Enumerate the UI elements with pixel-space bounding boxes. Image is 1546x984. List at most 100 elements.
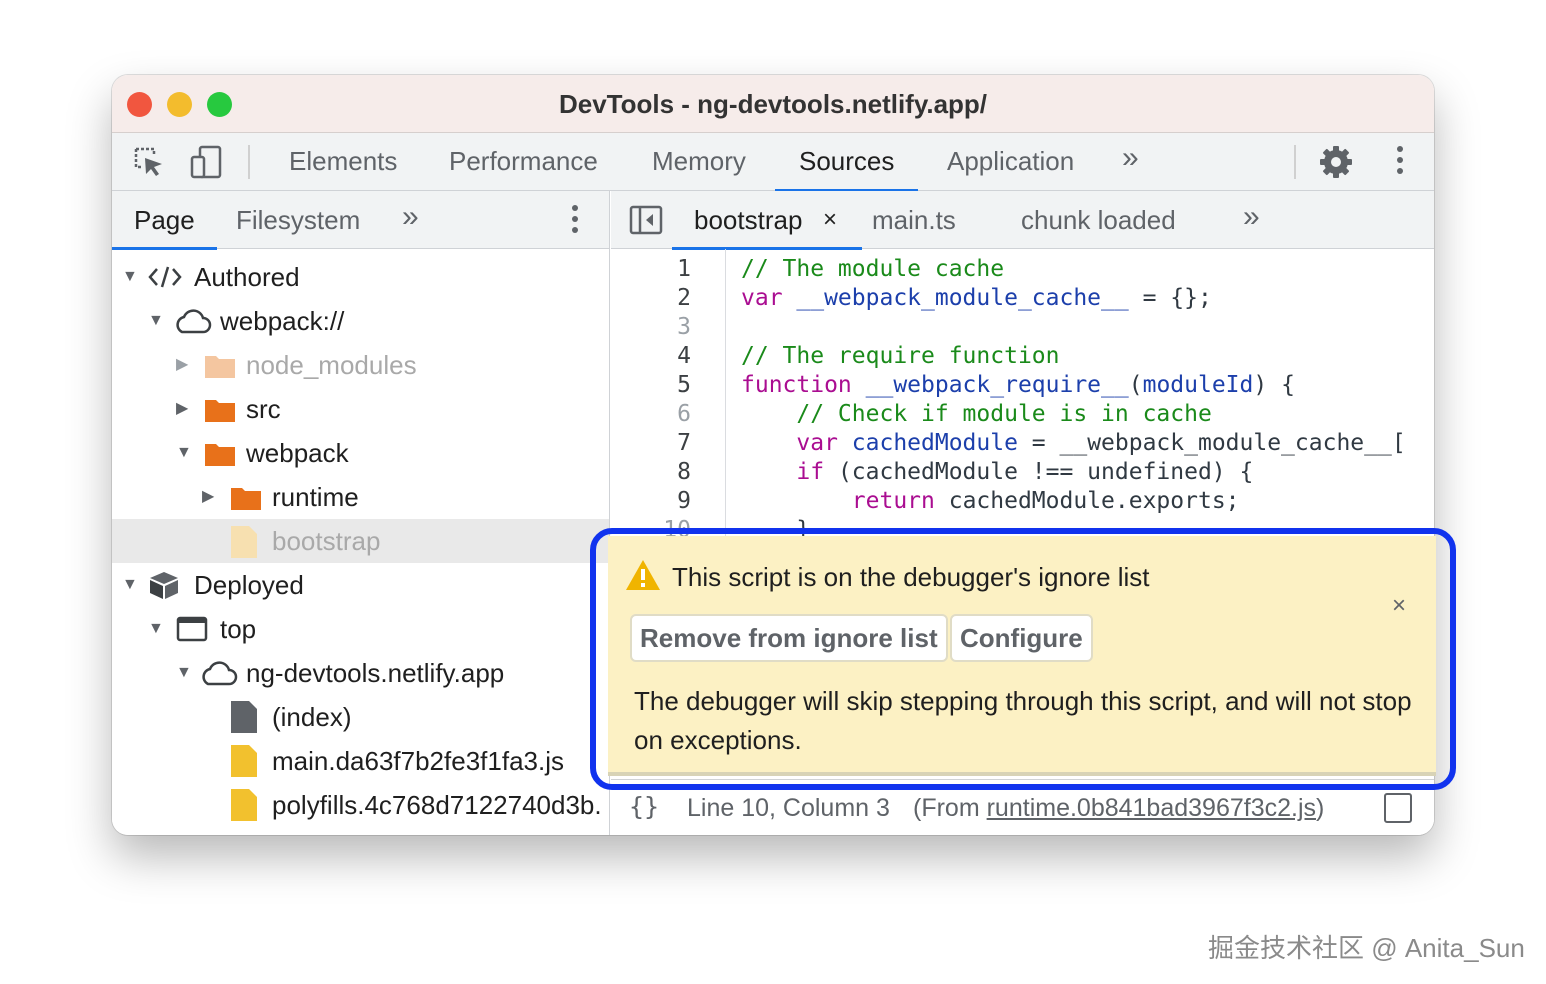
tree-label: webpack [246, 438, 349, 468]
editor-tab-bootstrap[interactable]: bootstrap [671, 191, 864, 250]
line-number[interactable]: 5 [641, 371, 691, 400]
tree-item-webpack-scheme[interactable]: ▼ webpack:// [112, 299, 609, 343]
tab-elements[interactable]: Elements [289, 133, 397, 191]
code-icon [148, 266, 182, 288]
code-token: __webpack_require__ [865, 372, 1129, 398]
code-editor[interactable]: 1 // The module cache 2 var __webpack_modul… [611, 249, 1434, 549]
line-number[interactable]: 4 [641, 342, 691, 371]
code-token: var [741, 430, 852, 456]
watermark: 掘金技术社区 @ Anita_Sun [1208, 933, 1525, 963]
script-file-icon [231, 745, 257, 777]
code-text: // Check if module is in cache [741, 400, 1211, 429]
cloud-icon [202, 661, 238, 686]
code-token: __webpack_module_cache__ [796, 285, 1129, 311]
code-text: // The require function [741, 342, 1060, 371]
code-token: return [741, 488, 949, 514]
navigator-more-vert-icon[interactable] [572, 205, 578, 238]
highlight-frame [590, 528, 1456, 790]
tab-application[interactable]: Application [947, 133, 1074, 191]
tree-label: runtime [272, 482, 359, 512]
collapse-triangle-icon[interactable]: ▶ [202, 475, 218, 519]
main-toolbar: Elements Performance Memory Sources Appl… [112, 133, 1434, 192]
tree-item-domain[interactable]: ▼ ng-devtools.netlify.app [112, 651, 609, 695]
code-token: ( [1128, 372, 1143, 398]
code-token: (cachedModule !== undefined) { [837, 459, 1254, 485]
tree-item-polyfills-js[interactable]: polyfills.4c768d7122740d3b. [112, 783, 609, 827]
toggle-navigator-icon[interactable] [629, 205, 663, 235]
tree-item-top[interactable]: ▼ top [112, 607, 609, 651]
code-token: // The require function [741, 343, 1060, 369]
code-token: ) { [1253, 372, 1295, 398]
expand-triangle-icon[interactable]: ▼ [148, 299, 164, 343]
tab-page[interactable]: Page [112, 191, 217, 250]
expand-triangle-icon[interactable]: ▼ [176, 431, 192, 475]
tree-item-webpack[interactable]: ▼ webpack [112, 431, 609, 475]
line-number[interactable]: 6 [641, 400, 691, 429]
source-map-link[interactable]: runtime.0b841bad3967f3c2.js [987, 794, 1316, 822]
line-number[interactable]: 3 [641, 313, 691, 342]
collapse-triangle-icon[interactable]: ▶ [176, 387, 192, 431]
folder-icon [205, 444, 235, 466]
navigator-more-chevron-icon[interactable]: » [402, 200, 419, 234]
code-text: if (cachedModule !== undefined) { [741, 458, 1253, 487]
tree-item-src[interactable]: ▶ src [112, 387, 609, 431]
tree-item-deployed[interactable]: ▼ Deployed [112, 563, 609, 607]
tree-label: (index) [272, 702, 352, 732]
expand-triangle-icon[interactable]: ▼ [122, 255, 138, 299]
editor-more-chevron-icon[interactable]: » [1243, 200, 1260, 234]
tree-label: Authored [194, 262, 300, 292]
tree-item-node-modules[interactable]: ▶ node_modules [112, 343, 609, 387]
tree-item-main-js[interactable]: main.da63f7b2fe3f1fa3.js [112, 739, 609, 783]
code-text: function __webpack_require__(moduleId) { [741, 371, 1295, 400]
document-icon [231, 701, 257, 733]
line-number[interactable]: 7 [641, 429, 691, 458]
tree-item-bootstrap[interactable]: bootstrap [112, 519, 609, 563]
tab-performance[interactable]: Performance [449, 133, 598, 191]
collapse-triangle-icon[interactable]: ▶ [176, 343, 192, 387]
tree-item-index[interactable]: (index) [112, 695, 609, 739]
code-token: cachedModule [851, 430, 1018, 456]
tab-memory[interactable]: Memory [652, 133, 746, 191]
code-token: var [741, 285, 797, 311]
title-bar: DevTools - ng-devtools.netlify.app/ [112, 75, 1434, 133]
editor-tab-main-ts[interactable]: main.ts [872, 191, 956, 249]
script-file-icon [231, 789, 257, 821]
code-token: moduleId [1142, 372, 1254, 398]
gear-icon[interactable] [1318, 144, 1354, 180]
editor-tab-chunk-loaded[interactable]: chunk loaded [1021, 191, 1176, 249]
code-token: = {}; [1128, 285, 1212, 311]
line-number[interactable]: 1 [641, 255, 691, 284]
tree-item-runtime[interactable]: ▶ runtime [112, 475, 609, 519]
line-number[interactable]: 2 [641, 284, 691, 313]
pretty-print-icon[interactable]: {} [629, 792, 659, 821]
line-number[interactable]: 8 [641, 458, 691, 487]
drawer-toggle-icon[interactable] [1384, 793, 1412, 823]
tree-label: top [220, 614, 257, 644]
code-text: // The module cache [741, 255, 1004, 284]
tab-sources[interactable]: Sources [774, 133, 919, 192]
folder-icon [205, 400, 235, 422]
tab-filesystem[interactable]: Filesystem [236, 191, 360, 249]
tree-label: main.da63f7b2fe3f1fa3.js [272, 746, 564, 776]
expand-triangle-icon[interactable]: ▼ [148, 607, 164, 651]
more-vert-icon[interactable] [1397, 146, 1403, 179]
tree-label: node_modules [246, 350, 417, 380]
folder-icon [231, 488, 261, 510]
cloud-icon [176, 309, 212, 334]
toolbar-divider-right [1294, 145, 1296, 179]
more-tabs-chevron-icon[interactable]: » [1122, 141, 1139, 175]
line-number[interactable]: 9 [641, 487, 691, 516]
code-token: function [741, 372, 866, 398]
code-text: var __webpack_module_cache__ = {}; [741, 284, 1212, 313]
expand-triangle-icon[interactable]: ▼ [176, 651, 192, 695]
code-token: cachedModule.exports; [948, 488, 1240, 514]
close-tab-icon[interactable]: × [823, 191, 837, 249]
expand-triangle-icon[interactable]: ▼ [122, 563, 138, 607]
from-prefix: (From [913, 794, 987, 822]
toolbar-divider [248, 145, 250, 179]
tree-label: webpack:// [220, 306, 345, 336]
frame-icon [176, 616, 208, 642]
device-toggle-icon[interactable] [190, 145, 224, 179]
inspect-icon[interactable] [132, 145, 166, 179]
tree-item-authored[interactable]: ▼ Authored [112, 255, 609, 299]
